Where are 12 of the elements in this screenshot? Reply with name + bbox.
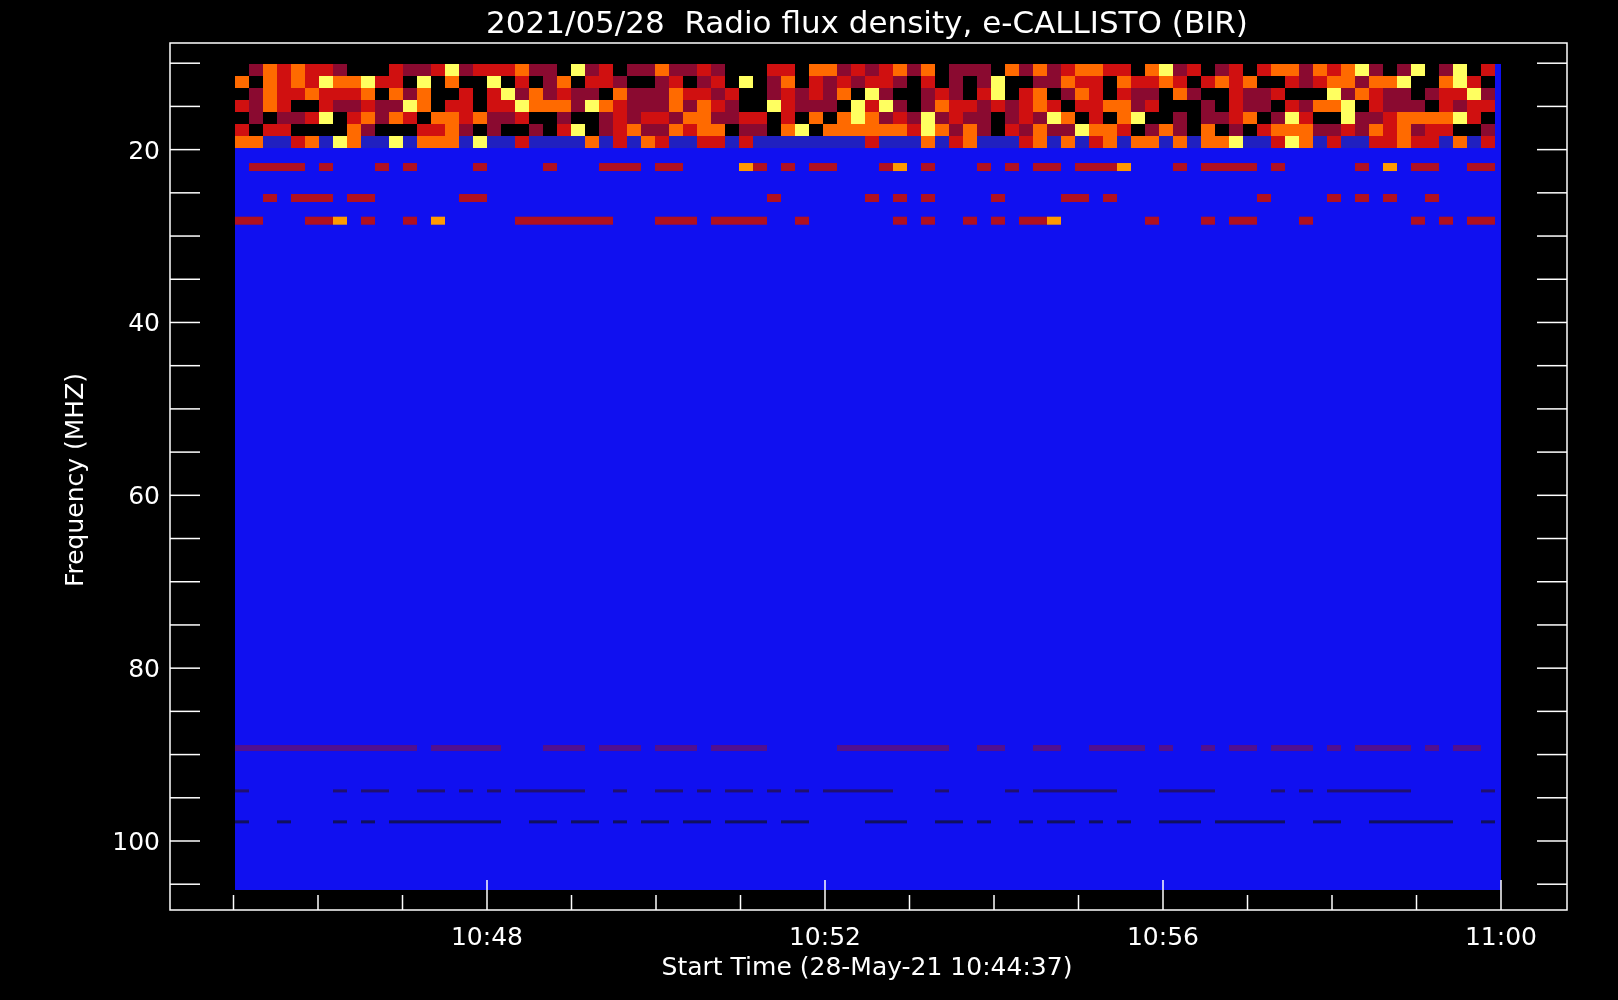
tick-label: 100 (112, 827, 160, 856)
tick-label: 10:56 (1127, 922, 1199, 951)
tick-label: 10:48 (451, 922, 523, 951)
tick-label: 20 (128, 135, 160, 165)
tick-label: 80 (128, 654, 160, 684)
tick-label: 60 (128, 481, 160, 511)
axis-title: Frequency (MHZ) (60, 372, 89, 588)
tick-label: 40 (128, 308, 160, 338)
chart-title: 2021/05/28 Radio flux density, e-CALLISTO (BIR) (486, 4, 1248, 40)
axis-title: Start Time (28-May-21 10:44:37) (661, 952, 1073, 981)
tick-label: 11:00 (1465, 922, 1537, 951)
tick-label: 10:52 (789, 922, 861, 951)
